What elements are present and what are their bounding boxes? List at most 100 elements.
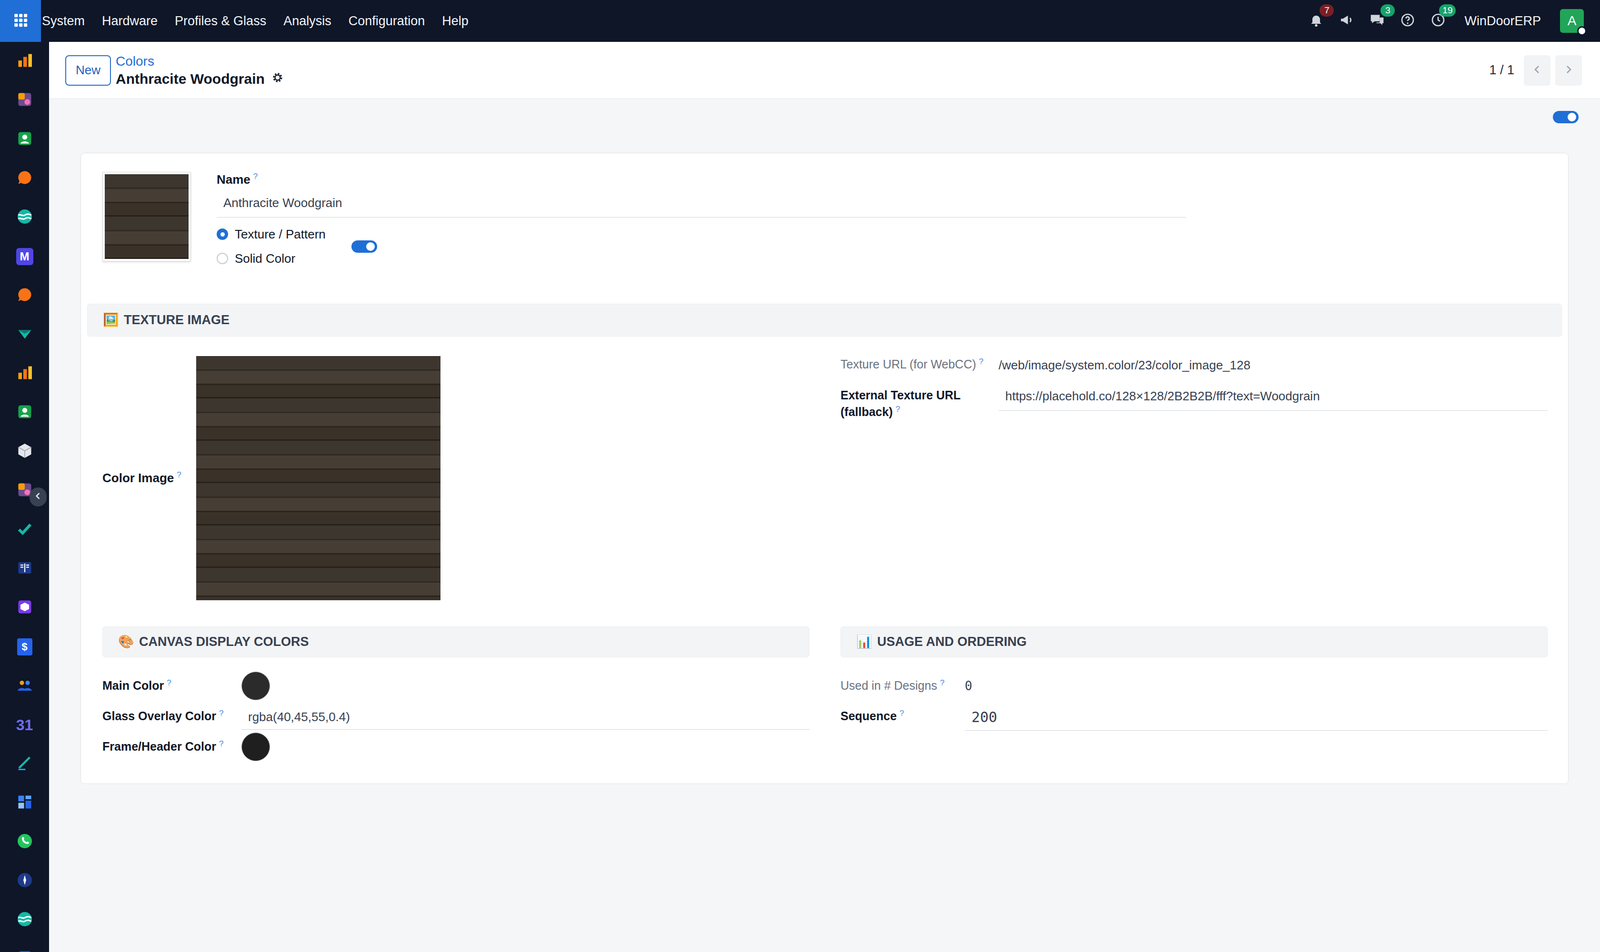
texture-body: Color Image?Texture URL (for WebCC)?/web… <box>102 356 1547 601</box>
menu-item[interactable]: Help <box>441 13 469 29</box>
help-tooltip[interactable]: ? <box>899 709 904 719</box>
name-field: Name?Anthracite WoodgrainTexture / Patte… <box>216 171 1187 267</box>
thumbnail-image[interactable] <box>102 171 191 262</box>
sidebar-app[interactable] <box>0 940 50 952</box>
sidebar-app[interactable] <box>0 861 50 901</box>
field-label: Glass Overlay Color? <box>102 708 242 725</box>
sidebar-app[interactable] <box>0 198 50 238</box>
help-tooltip[interactable]: ? <box>979 357 984 367</box>
calendar-app-icon: 31 <box>16 716 34 734</box>
avatar-initial: A <box>1567 13 1577 29</box>
help-tooltip[interactable]: ? <box>253 171 258 181</box>
texture-toggle[interactable] <box>351 240 378 253</box>
label-text: Glass Overlay Color <box>102 709 217 723</box>
woodgrain-picture <box>104 174 189 260</box>
app-icon <box>16 950 34 952</box>
breadcrumb-link[interactable]: Colors <box>115 53 284 70</box>
user-avatar[interactable]: A <box>1560 9 1584 33</box>
systray: 7 3 19 WinDoorERP A <box>1307 9 1600 33</box>
sidebar-app[interactable] <box>0 41 50 81</box>
megaphone-icon[interactable] <box>1339 12 1355 30</box>
sidebar-app[interactable]: M <box>0 237 50 277</box>
active-toggle[interactable] <box>1552 110 1579 124</box>
chevron-right-icon <box>1562 63 1575 78</box>
box-icon <box>16 598 34 618</box>
menu-item[interactable]: System <box>41 13 85 29</box>
sequence-input[interactable]: 200 <box>964 702 1548 731</box>
help-tooltip[interactable]: ? <box>219 709 224 719</box>
sidebar-app[interactable] <box>0 80 50 120</box>
control-panel: NewColorsAnthracite Woodgrain 1 / 1 <box>49 41 1600 100</box>
color-swatch[interactable] <box>241 671 270 701</box>
section-emoji: 🎨 <box>118 634 135 650</box>
help-tooltip[interactable]: ? <box>940 678 945 688</box>
sidebar-collapse-button[interactable] <box>29 487 47 507</box>
help-tooltip[interactable]: ? <box>895 404 900 414</box>
help-tooltip[interactable]: ? <box>166 678 171 688</box>
color-swatch[interactable] <box>241 732 270 762</box>
bubble-icon <box>16 169 34 189</box>
label-text: Sequence <box>840 709 897 723</box>
cube-icon <box>16 442 34 462</box>
new-button[interactable]: New <box>65 55 111 86</box>
menu-item[interactable]: Hardware <box>101 13 158 29</box>
help-tooltip[interactable]: ? <box>176 470 181 480</box>
field-label: External Texture URL (fallback)? <box>840 387 999 421</box>
sidebar-app[interactable] <box>0 588 50 628</box>
menu-item[interactable]: Configuration <box>348 13 426 29</box>
sidebar-app[interactable] <box>0 315 50 355</box>
sidebar-app[interactable] <box>0 822 50 862</box>
check-icon <box>16 325 34 345</box>
chevron-left-icon <box>1531 63 1543 78</box>
clock-button[interactable]: 19 <box>1429 11 1448 30</box>
pager-value[interactable]: 1 / 1 <box>1489 62 1515 78</box>
radio-button[interactable] <box>216 228 229 240</box>
radio-option[interactable]: Solid Color <box>216 251 326 267</box>
sidebar-app[interactable] <box>0 783 50 823</box>
tick-icon <box>16 520 34 540</box>
record-name: Anthracite Woodgrain <box>115 70 265 88</box>
sidebar-app[interactable]: $ <box>0 627 50 667</box>
help-button[interactable] <box>1398 11 1417 30</box>
previous-button[interactable] <box>1523 55 1551 86</box>
bell-button[interactable]: 7 <box>1307 11 1326 30</box>
sidebar-app[interactable] <box>0 432 50 472</box>
app-menu-button[interactable] <box>0 0 41 42</box>
section-emoji: 🖼️ <box>102 312 120 328</box>
color-image[interactable] <box>196 356 441 601</box>
canvas-field-row: Glass Overlay Color?rgba(40,45,55,0.4) <box>102 701 810 732</box>
radio-label: Texture / Pattern <box>234 227 326 242</box>
menu-item[interactable]: Analysis <box>283 13 332 29</box>
invoice-app-icon: $ <box>17 638 33 656</box>
company-name[interactable]: WinDoorERP <box>1464 13 1541 29</box>
field-label: Texture URL (for WebCC)? <box>840 356 999 373</box>
megaphone-button[interactable] <box>1337 11 1356 30</box>
usage-fields: Used in # Designs?0Sequence?200 <box>840 670 1548 732</box>
next-button[interactable] <box>1555 55 1582 86</box>
apps-grid-icon[interactable] <box>12 11 29 30</box>
url-input[interactable]: https://placehold.co/128×128/2B2B2B/fff?… <box>998 387 1548 411</box>
bubble-icon <box>16 286 34 306</box>
radio-option[interactable]: Texture / Pattern <box>216 227 326 242</box>
sidebar-app[interactable] <box>0 393 50 433</box>
gear-icon[interactable] <box>271 70 284 88</box>
menu-item[interactable]: Profiles & Glass <box>174 13 267 29</box>
counter-badge: 7 <box>1319 4 1334 17</box>
sidebar-app[interactable] <box>0 120 50 160</box>
sidebar-app[interactable]: 31 <box>0 705 50 745</box>
radio-button[interactable] <box>216 252 229 265</box>
sidebar-app[interactable] <box>0 666 50 706</box>
sidebar-app[interactable] <box>0 159 50 199</box>
sidebar-app[interactable] <box>0 549 50 589</box>
sidebar-app[interactable] <box>0 900 50 940</box>
toggle-knob <box>1567 112 1577 122</box>
help-icon[interactable] <box>1400 12 1416 30</box>
help-tooltip[interactable]: ? <box>219 739 224 749</box>
sidebar-app[interactable] <box>0 354 50 394</box>
color-text-input[interactable]: rgba(40,45,55,0.4) <box>241 703 810 730</box>
sidebar-app[interactable] <box>0 276 50 316</box>
sidebar-app[interactable] <box>0 510 50 550</box>
chat-button[interactable]: 3 <box>1368 11 1387 30</box>
sidebar-app[interactable] <box>0 744 50 784</box>
name-input[interactable]: Anthracite Woodgrain <box>216 187 1187 218</box>
